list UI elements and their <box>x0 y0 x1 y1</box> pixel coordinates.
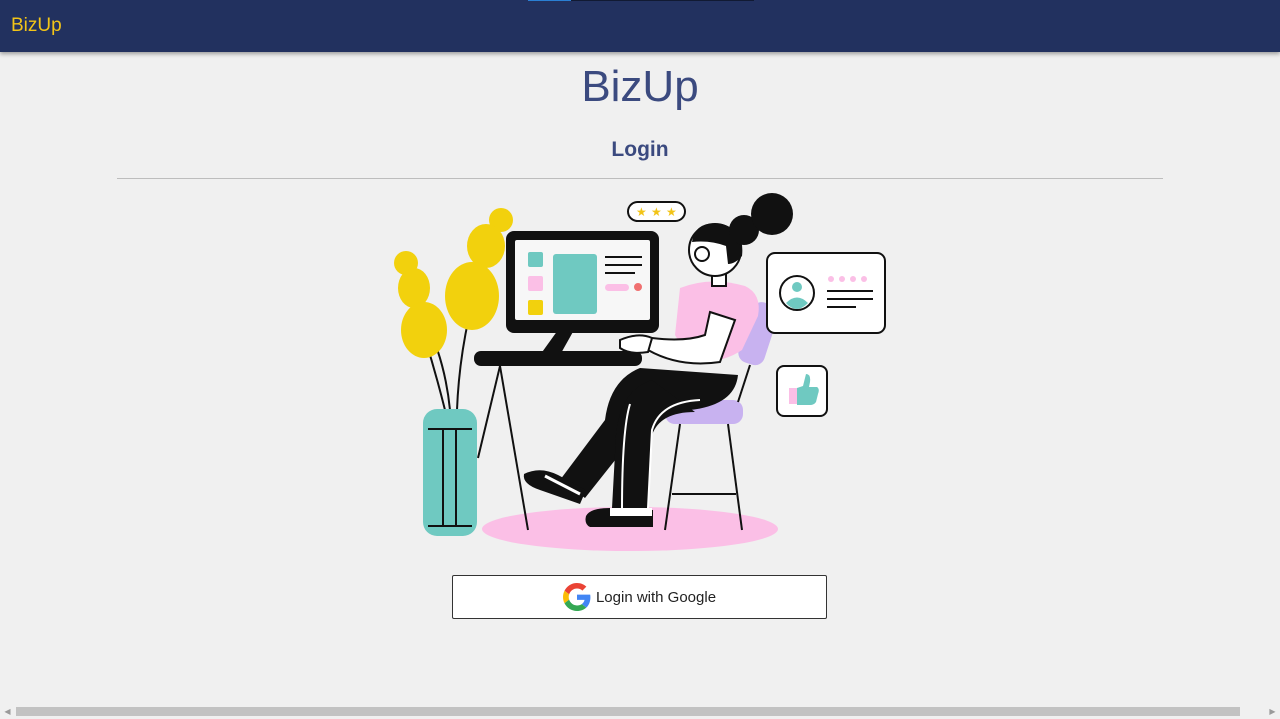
rating-bubble: ★ ★ ★ <box>627 201 686 222</box>
scroll-right-arrow-icon[interactable]: ▶ <box>1265 704 1280 719</box>
divider <box>117 178 1163 179</box>
workspace-illustration: ★ ★ ★ <box>394 193 886 551</box>
loading-progress-fill <box>528 0 571 1</box>
thumbs-up-icon <box>776 365 828 417</box>
scrollbar-thumb[interactable] <box>16 707 1240 716</box>
google-logo-icon <box>562 583 591 611</box>
top-navbar: BizUp <box>0 0 1280 52</box>
loading-progress-bar <box>528 0 754 1</box>
profile-card-icon <box>766 252 886 334</box>
rating-star-icon: ★ <box>651 205 662 219</box>
plant-icon <box>394 208 513 536</box>
login-with-google-button[interactable]: Login with Google <box>452 575 827 619</box>
page-title: BizUp <box>581 62 699 111</box>
login-with-google-label: Login with Google <box>595 588 717 606</box>
horizontal-scrollbar[interactable]: ◀ ▶ <box>0 704 1280 719</box>
rating-stars: ★ ★ ★ <box>636 205 677 219</box>
rating-star-icon: ★ <box>636 205 647 219</box>
page-subtitle: Login <box>611 138 669 161</box>
scroll-left-arrow-icon[interactable]: ◀ <box>0 704 15 719</box>
rating-star-icon: ★ <box>666 205 677 219</box>
navbar-brand[interactable]: BizUp <box>11 15 62 37</box>
